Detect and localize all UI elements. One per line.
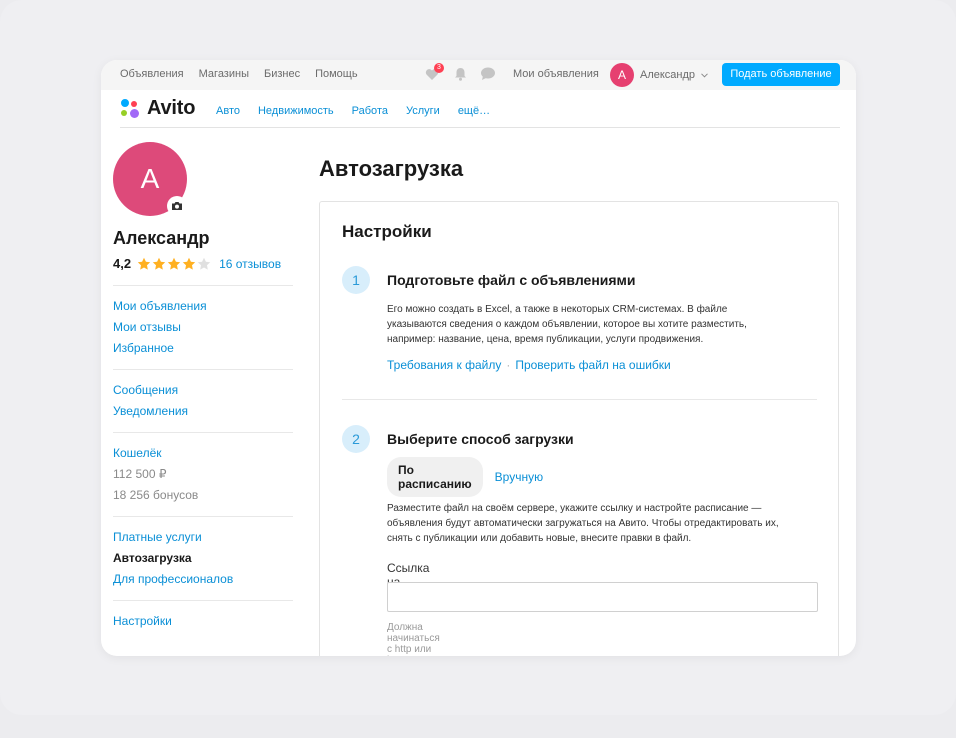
favorites-icon[interactable]: 3 <box>423 63 444 83</box>
step-number: 2 <box>342 425 370 453</box>
rating-value: 4,2 <box>113 256 132 271</box>
star-filled-icon <box>182 257 196 270</box>
top-nav-shops[interactable]: Магазины <box>199 68 249 80</box>
category-more[interactable]: ещё… <box>458 105 490 117</box>
file-requirements-link[interactable]: Требования к файлу <box>387 358 501 372</box>
sidebar-item-paid-services[interactable]: Платные услуги <box>113 527 293 548</box>
top-nav-ads[interactable]: Объявления <box>120 68 184 80</box>
post-ad-button[interactable]: Подать объявление <box>722 63 840 86</box>
reviews-link[interactable]: 16 отзывов <box>219 257 281 271</box>
sidebar-group-services: Платные услуги Автозагрузка Для професси… <box>113 517 293 600</box>
option-schedule[interactable]: По расписанию <box>387 457 483 497</box>
top-nav-help[interactable]: Помощь <box>315 68 358 80</box>
sidebar-item-my-reviews[interactable]: Мои отзывы <box>113 317 293 338</box>
link-separator: · <box>506 358 511 372</box>
sidebar-group-ads: Мои объявления Мои отзывы Избранное <box>113 286 293 369</box>
category-auto[interactable]: Авто <box>216 105 240 117</box>
star-filled-icon <box>167 257 181 270</box>
sidebar-item-settings[interactable]: Настройки <box>113 611 293 632</box>
wallet-balance: 112 500 ₽ <box>113 467 167 481</box>
sidebar-group-wallet: Кошелёк 112 500 ₽ 18 256 бонусов <box>113 433 293 516</box>
text-line: снять с публикации или добавить новые, в… <box>387 533 692 544</box>
profile-name: Александр <box>113 228 210 248</box>
user-menu[interactable]: А Александр <box>610 63 708 87</box>
rating-stars <box>137 257 211 271</box>
settings-card: Настройки 1 Подготовьте файл с объявлени… <box>319 201 839 656</box>
step-title: Выберите способ загрузки <box>387 431 574 447</box>
top-icons: 3 <box>423 63 497 83</box>
text-line: указываются сведения о каждом объявлении… <box>387 319 747 330</box>
profile-rating: 4,2 16 отзывов <box>113 256 293 271</box>
camera-icon[interactable] <box>167 196 187 216</box>
check-file-link[interactable]: Проверить файл на ошибки <box>515 358 670 372</box>
sidebar-item-my-ads[interactable]: Мои объявления <box>113 296 293 317</box>
top-bar: Объявления Магазины Бизнес Помощь 3 Мои … <box>101 60 856 90</box>
file-url-hint: Должна начинаться с http или https <box>387 622 440 656</box>
profile-avatar[interactable]: А <box>113 142 187 216</box>
category-services[interactable]: Услуги <box>406 105 440 117</box>
logo-dots-icon <box>120 98 142 120</box>
file-url-input[interactable] <box>387 582 818 612</box>
profile-initial: А <box>140 163 160 194</box>
sidebar-item-for-pros[interactable]: Для профессионалов <box>113 569 293 590</box>
sidebar-group-settings: Настройки <box>113 601 293 642</box>
top-nav-business[interactable]: Бизнес <box>264 68 300 80</box>
header: Avito Авто Недвижимость Работа Услуги ещ… <box>120 90 840 128</box>
wallet-bonus: 18 256 бонусов <box>113 488 199 502</box>
sidebar-item-favorites[interactable]: Избранное <box>113 338 293 359</box>
category-jobs[interactable]: Работа <box>352 105 388 117</box>
my-ads-link[interactable]: Мои объявления <box>513 68 599 80</box>
text-line: объявления будут автоматически загружать… <box>387 518 779 529</box>
top-nav: Объявления Магазины Бизнес Помощь <box>120 68 358 80</box>
favorites-badge: 3 <box>434 63 444 73</box>
chat-icon[interactable] <box>479 65 497 83</box>
bell-icon[interactable] <box>451 65 469 83</box>
logo-text: Avito <box>147 97 196 119</box>
page-title: Автозагрузка <box>319 156 464 181</box>
step-title: Подготовьте файл с объявлениями <box>387 272 636 288</box>
sidebar-item-wallet[interactable]: Кошелёк <box>113 443 293 464</box>
upload-method-toggle: По расписанию Вручную <box>387 457 543 497</box>
sidebar: А Александр 4,2 16 отзывов Мои объявлени… <box>113 142 293 642</box>
category-nav: Авто Недвижимость Работа Услуги ещё… <box>216 105 490 117</box>
sidebar-group-messages: Сообщения Уведомления <box>113 370 293 432</box>
user-avatar: А <box>610 63 634 87</box>
step-links: Требования к файлу · Проверить файл на оши… <box>387 358 671 372</box>
star-filled-icon <box>137 257 151 270</box>
step-number: 1 <box>342 266 370 294</box>
step-description: Его можно создать в Excel, а также в нек… <box>387 302 787 347</box>
star-empty-icon <box>197 257 211 270</box>
text-line: Разместите файл на своём сервере, укажит… <box>387 503 762 514</box>
text-line: например: название, цена, время публикац… <box>387 334 704 345</box>
browser-window: Объявления Магазины Бизнес Помощь 3 Мои … <box>101 60 856 656</box>
sidebar-item-autoload[interactable]: Автозагрузка <box>113 548 293 569</box>
avito-logo[interactable]: Avito <box>120 97 195 120</box>
star-filled-icon <box>152 257 166 270</box>
chevron-down-icon <box>701 72 708 78</box>
sidebar-item-messages[interactable]: Сообщения <box>113 380 293 401</box>
category-realty[interactable]: Недвижимость <box>258 105 334 117</box>
step-description: Разместите файл на своём сервере, укажит… <box>387 501 827 546</box>
card-title: Настройки <box>342 222 432 241</box>
text-line: Его можно создать в Excel, а также в нек… <box>387 304 728 315</box>
sidebar-item-notifications[interactable]: Уведомления <box>113 401 293 422</box>
step-divider <box>342 399 817 400</box>
user-name: Александр <box>640 69 696 81</box>
option-manual[interactable]: Вручную <box>495 470 543 484</box>
